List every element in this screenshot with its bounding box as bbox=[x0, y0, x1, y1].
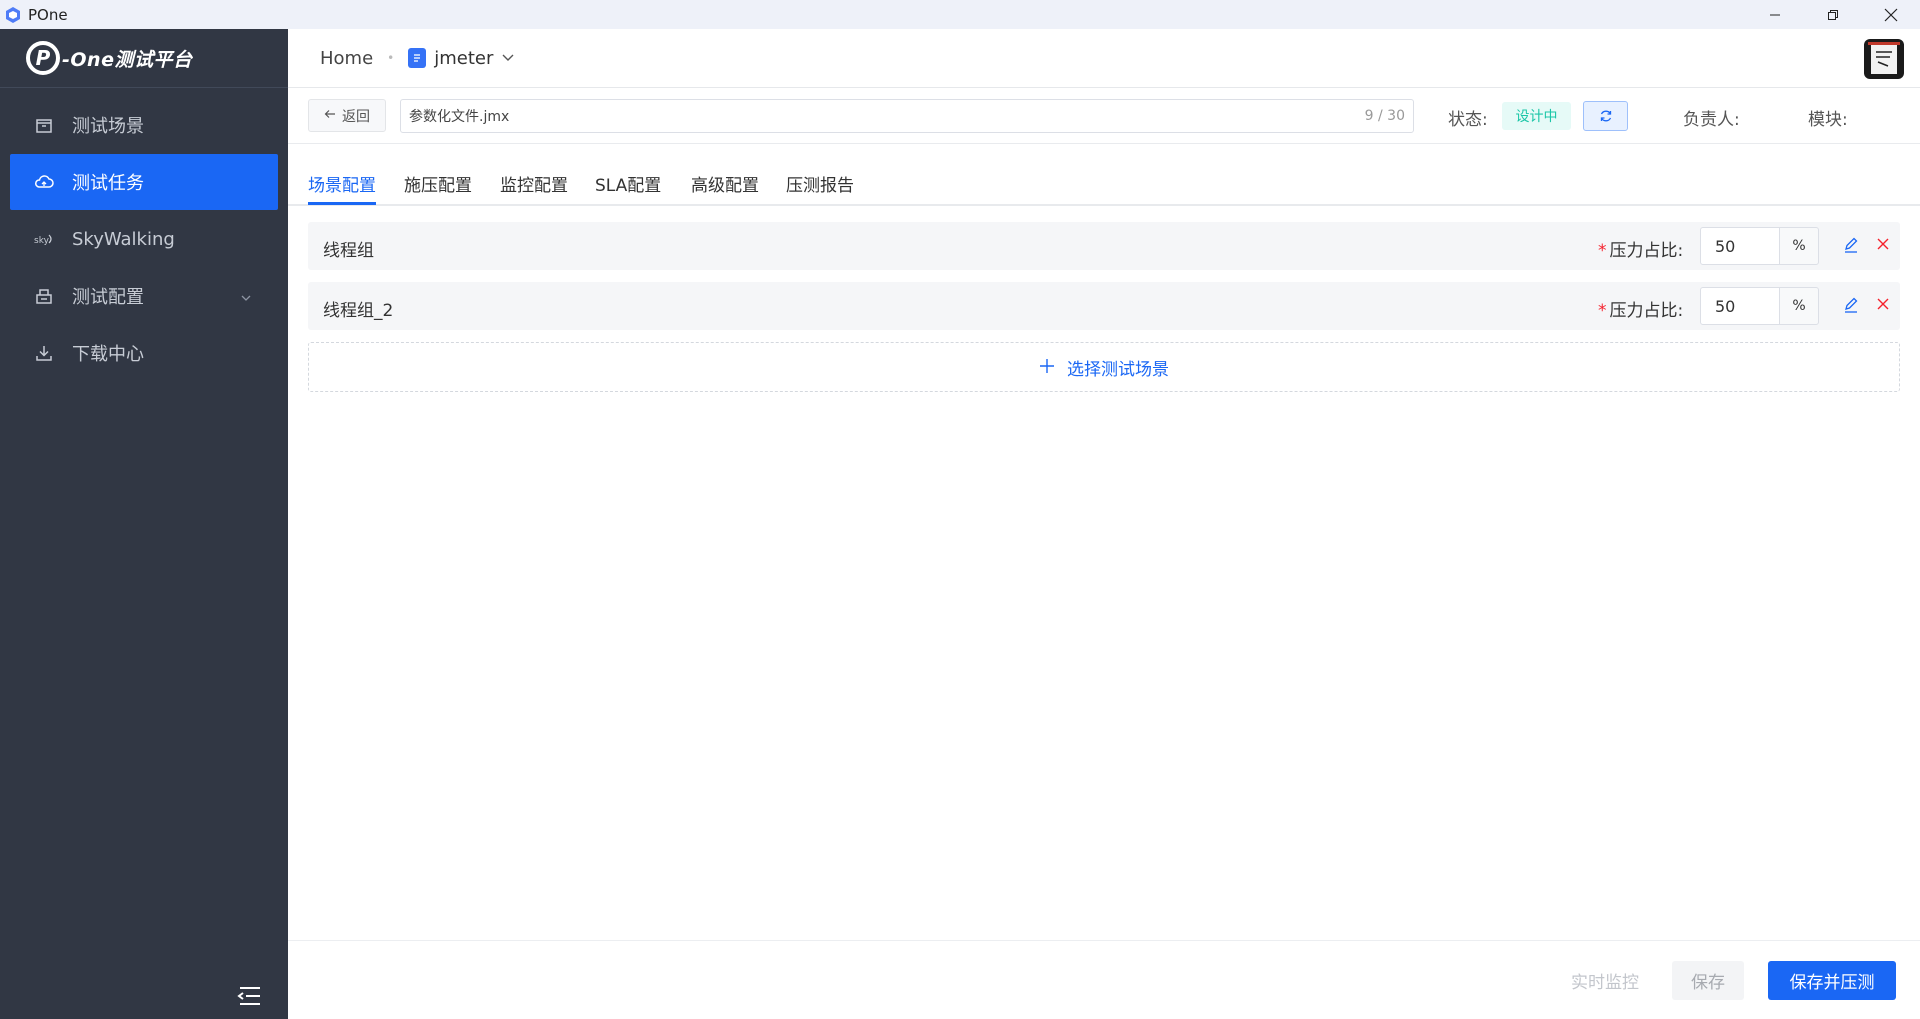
header: Home • jmeter bbox=[288, 29, 1920, 88]
cloud-icon bbox=[34, 172, 54, 192]
sidebar-item-label: 下载中心 bbox=[72, 344, 144, 365]
window-titlebar: POne bbox=[0, 0, 1920, 29]
breadcrumb-home[interactable]: Home bbox=[320, 48, 373, 69]
box-icon bbox=[34, 115, 54, 135]
sidebar-nav: 测试场景 测试任务 sky SkyWalking 测试配置 下载中心 bbox=[0, 88, 288, 381]
tab-test-report[interactable]: 压测报告 bbox=[786, 171, 854, 205]
tab-load-config[interactable]: 施压配置 bbox=[404, 171, 472, 205]
sidebar-item-download-center[interactable]: 下载中心 bbox=[10, 325, 278, 381]
owner-label: 负责人: bbox=[1683, 110, 1740, 130]
add-scene-button[interactable]: 选择测试场景 bbox=[308, 342, 1900, 392]
save-and-run-button[interactable]: 保存并压测 bbox=[1768, 961, 1896, 1000]
chevron-down-icon bbox=[240, 288, 252, 309]
edit-icon[interactable] bbox=[1842, 236, 1862, 256]
logo-mark: P bbox=[26, 41, 60, 75]
config-tabs: 场景配置 施压配置 监控配置 SLA配置 高级配置 压测报告 bbox=[288, 144, 1920, 206]
document-icon bbox=[408, 48, 427, 68]
back-button[interactable]: 返回 bbox=[308, 99, 386, 132]
required-mark: * bbox=[1598, 241, 1607, 261]
restore-button[interactable] bbox=[1804, 0, 1862, 29]
close-button[interactable] bbox=[1862, 0, 1920, 29]
tab-monitor-config[interactable]: 监控配置 bbox=[500, 171, 568, 205]
ratio-label: * 压力占比: bbox=[1598, 296, 1683, 321]
tab-advanced-config[interactable]: 高级配置 bbox=[691, 171, 759, 205]
sidebar-item-label: SkyWalking bbox=[72, 228, 175, 250]
thread-group-row: 线程组 * 压力占比: 50 % bbox=[308, 222, 1900, 270]
breadcrumb-current[interactable]: jmeter bbox=[434, 48, 493, 69]
ratio-unit: % bbox=[1779, 227, 1819, 265]
footer-actions: 实时监控 保存 保存并压测 bbox=[288, 940, 1920, 1019]
plus-icon bbox=[1039, 355, 1055, 380]
minimize-button[interactable] bbox=[1746, 0, 1804, 29]
sidebar-item-skywalking[interactable]: sky SkyWalking bbox=[10, 211, 278, 267]
thread-group-row: 线程组_2 * 压力占比: 50 % bbox=[308, 282, 1900, 330]
chevron-down-icon[interactable] bbox=[501, 49, 515, 68]
delete-icon[interactable] bbox=[1875, 296, 1895, 316]
arrow-left-icon bbox=[324, 108, 336, 124]
sidebar-item-test-scenes[interactable]: 测试场景 bbox=[10, 97, 278, 153]
ratio-label-text: 压力占比: bbox=[1609, 301, 1684, 321]
status-label: 状态: bbox=[1448, 110, 1488, 130]
add-scene-label: 选择测试场景 bbox=[1067, 359, 1169, 380]
sidebar-item-test-tasks[interactable]: 测试任务 bbox=[10, 154, 278, 210]
required-mark: * bbox=[1598, 301, 1607, 321]
sidebar-item-label: 测试任务 bbox=[72, 173, 144, 194]
thread-group-name: 线程组_2 bbox=[323, 301, 394, 321]
restore-icon bbox=[1828, 9, 1838, 20]
ratio-label-text: 压力占比: bbox=[1609, 241, 1684, 261]
ratio-input[interactable]: 50 bbox=[1700, 227, 1780, 265]
ratio-unit: % bbox=[1779, 287, 1819, 325]
app-cube-icon bbox=[4, 6, 22, 24]
avatar[interactable] bbox=[1864, 39, 1904, 79]
tab-scene-config[interactable]: 场景配置 bbox=[308, 171, 376, 205]
breadcrumb-separator: • bbox=[387, 51, 395, 65]
task-toolbar: 返回 参数化文件.jmx 9 / 30 状态: 设计中 负责人: 模块: bbox=[288, 88, 1920, 144]
thread-group-name: 线程组 bbox=[323, 241, 374, 261]
close-icon bbox=[1884, 8, 1898, 21]
sidebar-item-label: 测试场景 bbox=[72, 116, 144, 137]
realtime-monitor-button[interactable]: 实时监控 bbox=[1556, 961, 1654, 999]
window-title: POne bbox=[28, 5, 68, 24]
minimize-icon bbox=[1770, 14, 1780, 15]
status-badge: 设计中 bbox=[1502, 102, 1571, 130]
file-name-input[interactable]: 参数化文件.jmx 9 / 30 bbox=[400, 99, 1414, 133]
download-icon bbox=[34, 343, 54, 363]
skywalking-icon: sky bbox=[34, 229, 54, 249]
logo-text: -One测试平台 bbox=[62, 48, 193, 71]
svg-text:sky: sky bbox=[34, 236, 50, 246]
module-label: 模块: bbox=[1808, 110, 1848, 130]
file-name-value: 参数化文件.jmx bbox=[409, 109, 510, 125]
logo[interactable]: P -One测试平台 bbox=[0, 29, 288, 88]
sidebar-item-label: 测试配置 bbox=[72, 287, 144, 308]
tab-sla-config[interactable]: SLA配置 bbox=[595, 171, 661, 205]
ratio-input[interactable]: 50 bbox=[1700, 287, 1780, 325]
collapse-menu-icon bbox=[237, 987, 260, 1005]
refresh-icon bbox=[1600, 110, 1611, 122]
config-icon bbox=[34, 286, 54, 306]
refresh-status-button[interactable] bbox=[1583, 101, 1628, 131]
sidebar-item-test-config[interactable]: 测试配置 bbox=[10, 268, 278, 324]
sidebar-collapse-button[interactable] bbox=[236, 985, 262, 1007]
ratio-label: * 压力占比: bbox=[1598, 236, 1683, 261]
delete-icon[interactable] bbox=[1875, 236, 1895, 256]
edit-icon[interactable] bbox=[1842, 296, 1862, 316]
sidebar: P -One测试平台 测试场景 测试任务 sky SkyWalking 测试配置 bbox=[0, 29, 288, 1019]
save-button[interactable]: 保存 bbox=[1672, 961, 1744, 1000]
back-button-label: 返回 bbox=[342, 108, 370, 125]
char-count: 9 / 30 bbox=[1364, 108, 1405, 124]
